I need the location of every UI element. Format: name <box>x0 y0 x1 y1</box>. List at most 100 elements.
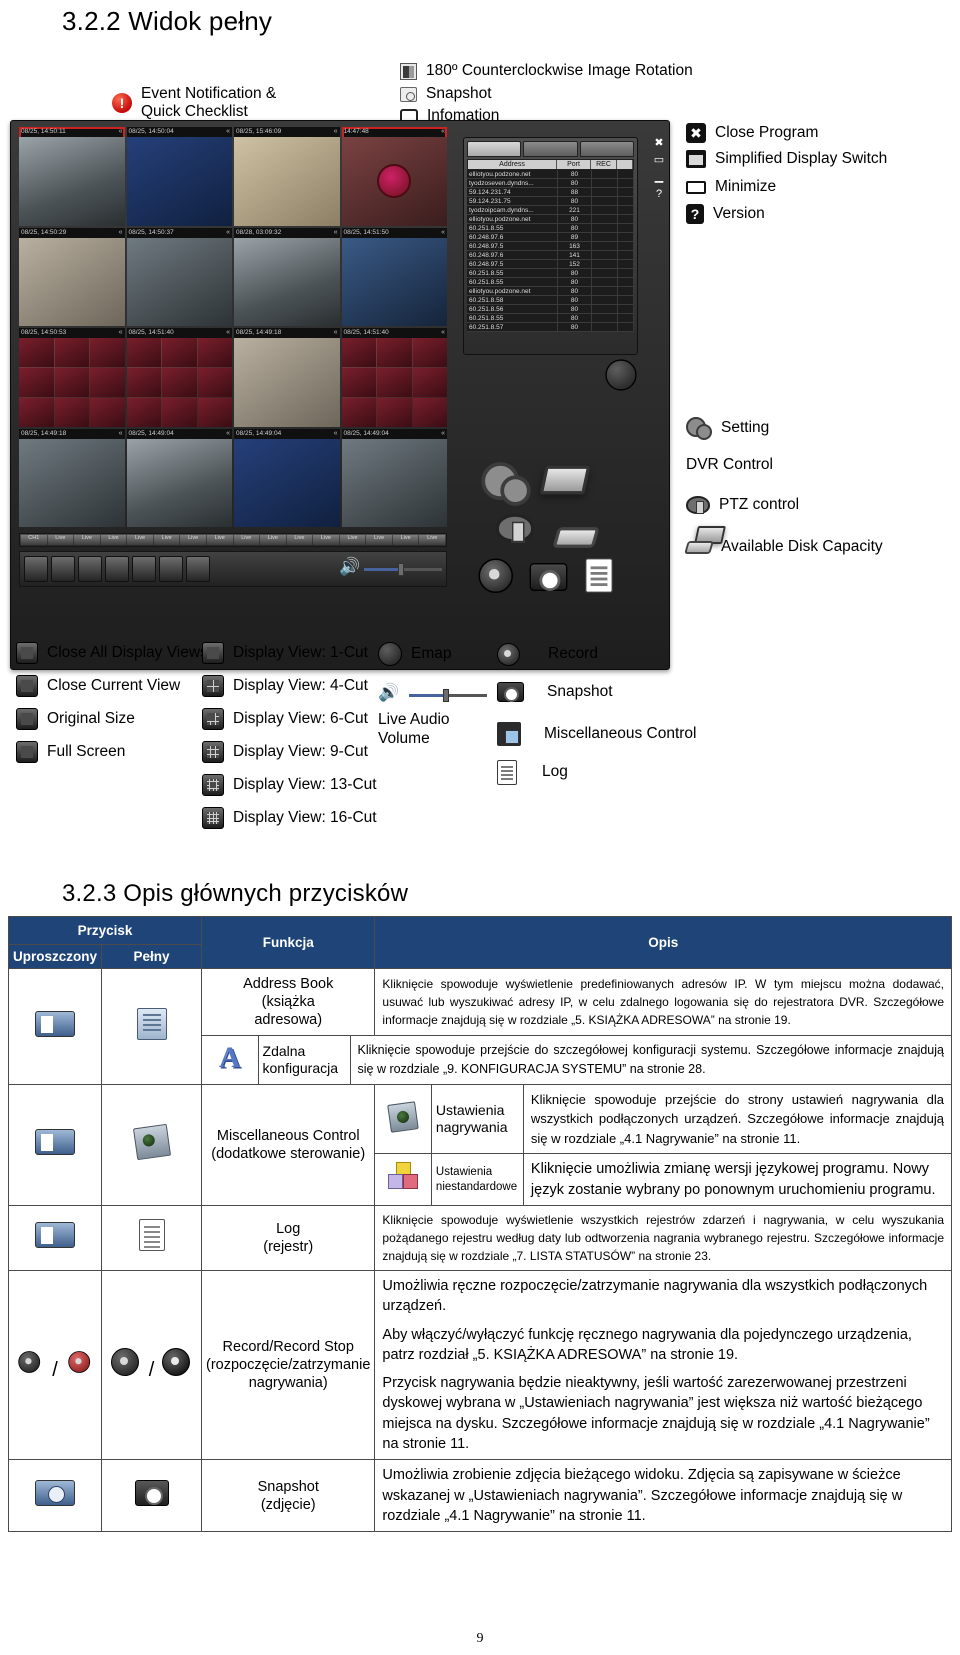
channel-button[interactable]: Live <box>206 535 233 545</box>
log-full-icon[interactable] <box>138 1219 165 1252</box>
channel-button[interactable]: Live <box>392 535 419 545</box>
camera-cell[interactable]: 08/25, 14:51:40 « <box>341 328 447 427</box>
volume-slider[interactable] <box>364 562 442 576</box>
snapshot-button-icon[interactable] <box>529 563 568 591</box>
custom-settings-icon[interactable] <box>388 1162 419 1192</box>
cell-full-button-addressbook[interactable] <box>101 968 203 1085</box>
cell-simple-button-addressbook[interactable] <box>7 968 103 1085</box>
speaker-icon[interactable] <box>339 557 361 578</box>
address-row[interactable]: 60.251.8.57 80 <box>467 323 634 332</box>
cell-full-button-snapshot[interactable] <box>101 1459 203 1533</box>
channel-button[interactable]: Live <box>339 535 366 545</box>
address-row[interactable]: 60.248.97.5 152 <box>467 260 634 269</box>
address-row[interactable]: 60.248.97.6 141 <box>467 251 634 260</box>
setting-gear-icon[interactable] <box>481 460 531 506</box>
camera-cell[interactable]: 08/25, 14:49:04 « <box>126 428 232 527</box>
channel-button-bar[interactable]: CH1 Live Live Live Live Live Live Live Live Liv… <box>19 533 447 547</box>
address-row[interactable]: 60.251.8.56 80 <box>467 305 634 314</box>
tab-misc[interactable] <box>523 141 578 157</box>
address-book-simple-icon[interactable] <box>35 1010 75 1037</box>
toolbar-button[interactable] <box>78 556 102 582</box>
tab-address-book[interactable] <box>467 141 522 157</box>
channel-button[interactable]: CH1 <box>21 535 47 545</box>
misc-control-full-icon[interactable] <box>132 1124 171 1161</box>
log-simple-icon[interactable] <box>35 1222 75 1249</box>
camera-cell-selected[interactable]: 14:47:48 « <box>341 127 447 226</box>
camera-cell[interactable]: 08/25, 14:50:11 « <box>19 127 125 226</box>
record-full-icon[interactable] <box>111 1348 141 1377</box>
camera-cell[interactable]: 08/25, 14:50:04 « <box>126 127 232 226</box>
minimize-icon[interactable]: ▁ <box>651 169 667 186</box>
address-table-body[interactable]: elliotyou.podzone.net 80 tyodzoseven.dyndn… <box>467 170 634 332</box>
cell-simple-button-misc[interactable] <box>7 1083 103 1206</box>
snapshot-full-icon[interactable] <box>134 1480 169 1507</box>
cell-icon-remote-config[interactable] <box>202 1036 259 1084</box>
address-row[interactable]: 59.124.231.75 80 <box>467 197 634 206</box>
channel-button[interactable]: Live <box>127 535 153 545</box>
ptz-control-icon[interactable] <box>495 513 535 543</box>
channel-button[interactable]: Live <box>153 535 180 545</box>
channel-button[interactable]: Live <box>419 535 445 545</box>
camera-cell[interactable]: 08/25, 14:49:18 « <box>234 328 340 427</box>
cell-full-button-record[interactable]: / <box>101 1269 203 1461</box>
log-button-icon[interactable] <box>585 558 613 593</box>
toolbar-button[interactable] <box>186 556 210 582</box>
camera-grid[interactable]: 08/25, 14:50:11 « 08/25, 14:50:04 « 08/25,… <box>19 127 447 527</box>
toolbar-button[interactable] <box>24 556 48 582</box>
address-row[interactable]: 60.251.8.55 80 <box>467 314 634 323</box>
address-row[interactable]: tyodzoseven.dyndns... 80 <box>467 179 634 188</box>
camera-cell[interactable]: 08/25, 14:51:50 « <box>341 227 447 326</box>
cell-simple-button-log[interactable] <box>7 1204 103 1271</box>
address-row[interactable]: 60.251.8.55 80 <box>467 269 634 278</box>
cell-icon-custom-settings[interactable] <box>375 1153 432 1205</box>
camera-cell[interactable]: 08/25, 14:50:53 « <box>19 328 125 427</box>
address-row[interactable]: 60.251.8.58 80 <box>467 296 634 305</box>
misc-control-simple-icon[interactable] <box>35 1129 75 1156</box>
toolbar-button[interactable] <box>51 556 75 582</box>
control-cluster[interactable] <box>463 359 663 593</box>
dvr-application-window[interactable]: 08/25, 14:50:11 « 08/25, 14:50:04 « 08/25,… <box>10 120 670 670</box>
camera-cell[interactable]: 08/25, 15:46:09 « <box>234 127 340 226</box>
record-stop-simple-icon[interactable] <box>68 1351 92 1374</box>
camera-cell[interactable]: 08/28, 03:09:32 « <box>234 227 340 326</box>
address-row[interactable]: 60.251.8.55 80 <box>467 278 634 287</box>
remote-config-icon[interactable] <box>213 1042 247 1074</box>
channel-button[interactable]: Live <box>286 535 313 545</box>
cell-simple-button-record[interactable]: / <box>7 1269 103 1461</box>
disk-capacity-icon[interactable] <box>552 527 600 548</box>
address-row[interactable]: 60.251.8.55 80 <box>467 224 634 233</box>
cell-full-button-misc[interactable] <box>101 1083 203 1206</box>
address-book-panel[interactable]: Address Port REC elliotyou.podzone.net 80… <box>463 137 638 355</box>
channel-button[interactable]: Live <box>260 535 286 545</box>
window-buttons[interactable]: ✖ ▭ ▁ ? <box>651 135 667 203</box>
dvr-control-icon[interactable] <box>539 465 591 495</box>
emap-button-icon[interactable] <box>605 359 637 391</box>
view-toolbar[interactable] <box>19 551 447 587</box>
record-button-icon[interactable] <box>478 557 518 593</box>
channel-button[interactable]: Live <box>180 535 206 545</box>
channel-button[interactable]: Live <box>47 535 74 545</box>
camera-cell[interactable]: 08/25, 14:50:29 « <box>19 227 125 326</box>
channel-button[interactable]: Live <box>313 535 339 545</box>
channel-button[interactable]: Live <box>233 535 260 545</box>
toolbar-button[interactable] <box>105 556 129 582</box>
record-stop-full-icon[interactable] <box>161 1348 192 1377</box>
tab-other[interactable] <box>579 141 634 157</box>
recording-settings-icon[interactable] <box>387 1100 419 1133</box>
address-book-full-icon[interactable] <box>136 1007 167 1040</box>
camera-cell[interactable]: 08/25, 14:51:40 « <box>126 328 232 427</box>
address-row[interactable]: elliotyou.podzone.net 80 <box>467 215 634 224</box>
camera-cell[interactable]: 08/25, 14:49:04 « <box>341 428 447 527</box>
address-row[interactable]: elliotyou.podzone.net 80 <box>467 170 634 179</box>
cell-full-button-log[interactable] <box>101 1204 203 1271</box>
address-panel-tabs[interactable] <box>467 141 634 157</box>
toolbar-button[interactable] <box>159 556 183 582</box>
help-icon[interactable]: ? <box>651 186 667 203</box>
restore-icon[interactable]: ▭ <box>651 152 667 169</box>
record-simple-icon[interactable] <box>18 1351 41 1374</box>
address-row[interactable]: 60.248.97.6 89 <box>467 233 634 242</box>
camera-cell[interactable]: 08/25, 14:49:18 « <box>19 428 125 527</box>
address-row[interactable]: 60.248.97.5 163 <box>467 242 634 251</box>
toolbar-button[interactable] <box>132 556 156 582</box>
cell-simple-button-snapshot[interactable] <box>7 1459 103 1533</box>
